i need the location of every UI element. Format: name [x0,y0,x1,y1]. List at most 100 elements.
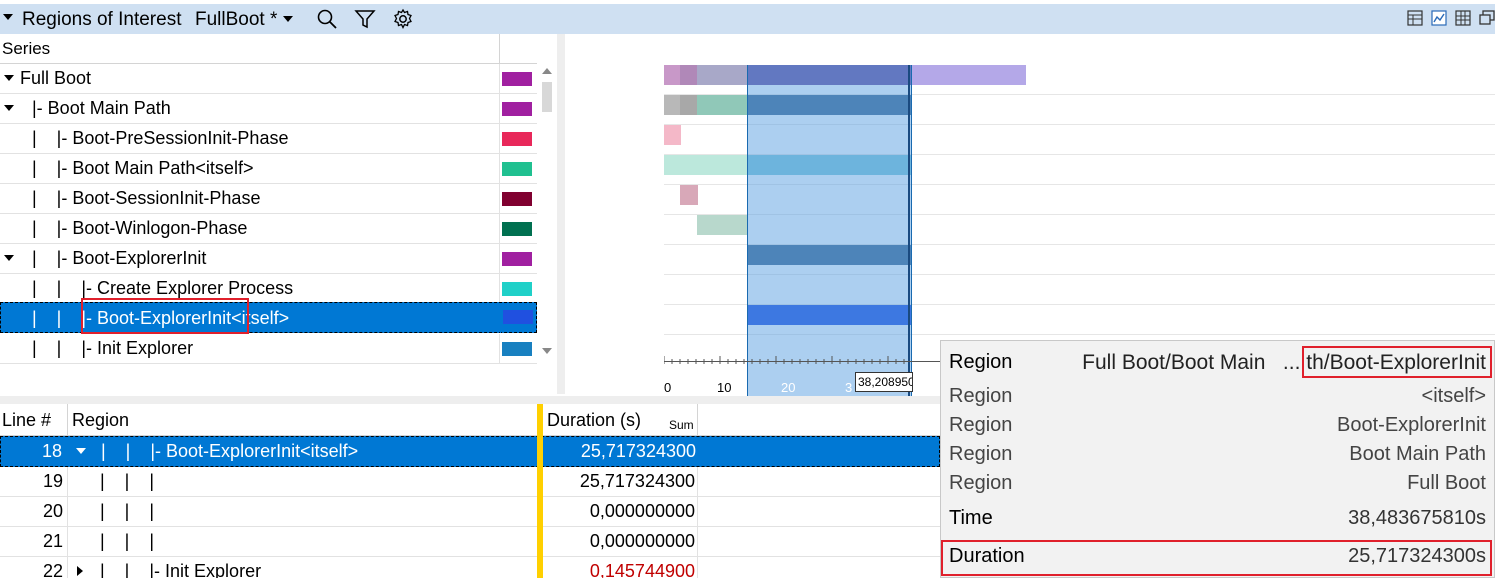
series-color-swatch[interactable] [502,252,532,266]
series-color-swatch[interactable] [502,72,532,86]
column-header-duration[interactable]: Duration (s) [547,410,641,431]
series-scrollbar[interactable] [539,64,555,362]
timeline-bar[interactable] [664,65,680,85]
line-number: 20 [42,501,63,521]
region-cell: | | | [100,501,155,521]
cursor-line[interactable] [908,65,910,396]
tooltip-key: Time [949,507,993,529]
tooltip-row: Region <itself> [941,383,1494,413]
series-color-swatch[interactable] [503,310,533,324]
series-row-sessioninit[interactable]: | |- Boot-SessionInit-Phase [0,184,537,214]
column-header-region[interactable]: Region [72,410,129,431]
gear-icon[interactable] [392,8,414,30]
series-color-swatch[interactable] [502,342,532,356]
table-row[interactable]: 20 | | | 0,000000000 [0,497,940,527]
series-label: | | |- Init Explorer [32,338,194,358]
region-cell: | | |- Boot-ExplorerInit<itself> [101,441,359,461]
duration-cell: 25,717324300 [579,471,695,491]
series-color-swatch[interactable] [502,132,532,146]
column-header-line[interactable]: Line # [2,410,51,431]
tooltip-key: Region [949,472,1013,494]
tooltip-key: Region [949,414,1013,436]
expand-icon[interactable] [76,448,86,454]
series-row-explorerinit[interactable]: | |- Boot-ExplorerInit [0,244,537,274]
series-label: | |- Boot-ExplorerInit [32,248,207,268]
series-color-swatch[interactable] [502,222,532,236]
highlight-box [941,540,1492,576]
column-divider[interactable] [499,34,500,64]
timeline-bar[interactable] [680,65,697,85]
highlight-box [1302,346,1492,378]
tooltip-key: Region [949,443,1013,465]
table-row[interactable]: 18 | | |- Boot-ExplorerInit<itself> 25,7… [0,436,940,467]
expand-icon[interactable] [4,75,14,81]
series-color-swatch[interactable] [502,282,532,296]
table-row[interactable]: 21 | | | 0,000000000 [0,527,940,557]
series-label: | |- Boot-Winlogon-Phase [32,218,248,238]
timeline-bar[interactable] [664,95,680,115]
timeline-bar[interactable] [680,185,698,205]
tooltip-value: 38,483675810s [1348,507,1486,529]
expand-icon[interactable] [4,105,14,111]
panel-title: Regions of Interest [22,9,182,30]
timeline-bar[interactable] [664,155,747,175]
expand-icon[interactable] [77,566,83,576]
series-header: Series [0,34,537,64]
tooltip-time-row: Time 38,483675810s [941,505,1494,535]
search-icon[interactable] [316,8,338,30]
title-bar: Regions of Interest FullBoot * [0,0,1495,34]
tooltip-row: Region Boot Main Path [941,441,1494,471]
region-cell: | | | [100,471,155,491]
series-header-label: Series [2,39,51,58]
pivot-divider[interactable] [537,404,543,578]
view-table-icon[interactable] [1407,10,1423,26]
preset-selector[interactable]: FullBoot * [195,9,277,31]
series-label: Full Boot [20,68,92,88]
series-color-swatch[interactable] [502,192,532,206]
region-cell: | | |- Init Explorer [100,561,262,578]
line-number: 19 [42,471,63,491]
series-row-full-boot[interactable]: Full Boot [0,64,537,94]
tooltip-key: Region [949,351,1013,373]
tooltip-row: Region Boot-ExplorerInit [941,412,1494,442]
series-color-swatch[interactable] [502,162,532,176]
scroll-down-icon[interactable] [542,348,552,354]
timeline-bar[interactable] [912,65,1026,85]
series-label: | |- Boot-PreSessionInit-Phase [32,128,289,148]
series-color-swatch[interactable] [502,102,532,116]
aggregation-label: Sum [669,418,694,432]
timeline-bar[interactable] [697,65,747,85]
view-graph-icon[interactable] [1431,10,1447,26]
axis-tick-label: 0 [664,380,672,395]
panel-splitter[interactable] [557,34,565,394]
scroll-thumb[interactable] [542,82,552,112]
timeline-bar[interactable] [697,95,747,115]
table-row[interactable]: 22 | | |- Init Explorer 0,145744900 [0,557,940,578]
series-label: |- Boot Main Path [32,98,171,118]
timeline-bar[interactable] [680,95,697,115]
restore-icon[interactable] [1479,10,1495,26]
chevron-down-icon[interactable] [283,16,293,22]
axis-tick-label: 10 [717,380,732,395]
duration-cell: 0,145744900 [589,561,695,578]
timeline-bar[interactable] [664,125,681,145]
series-row-boot-main-path[interactable]: |- Boot Main Path [0,94,537,124]
tooltip-row: Region Full Boot [941,470,1494,500]
timeline-bar[interactable] [697,215,747,235]
series-row-init-explorer[interactable]: | | |- Init Explorer [0,334,537,364]
series-label: | | |- Create Explorer Process [32,278,294,298]
table-row[interactable]: 19 | | | 25,717324300 [0,467,940,497]
tooltip-value: Full Boot [1407,472,1486,494]
expand-icon[interactable] [4,255,14,261]
line-number: 22 [42,561,63,578]
tooltip-value: Boot Main Path [1349,443,1486,465]
series-row-presessioninit[interactable]: | |- Boot-PreSessionInit-Phase [0,124,537,154]
line-number: 18 [41,441,62,461]
scroll-up-icon[interactable] [542,68,552,74]
series-row-winlogon[interactable]: | |- Boot-Winlogon-Phase [0,214,537,244]
collapse-panel-icon[interactable] [3,14,13,20]
view-grid-icon[interactable] [1455,10,1471,26]
series-row-boot-main-path-itself[interactable]: | |- Boot Main Path<itself> [0,154,537,184]
filter-icon[interactable] [354,8,376,30]
time-selection[interactable] [747,65,912,396]
